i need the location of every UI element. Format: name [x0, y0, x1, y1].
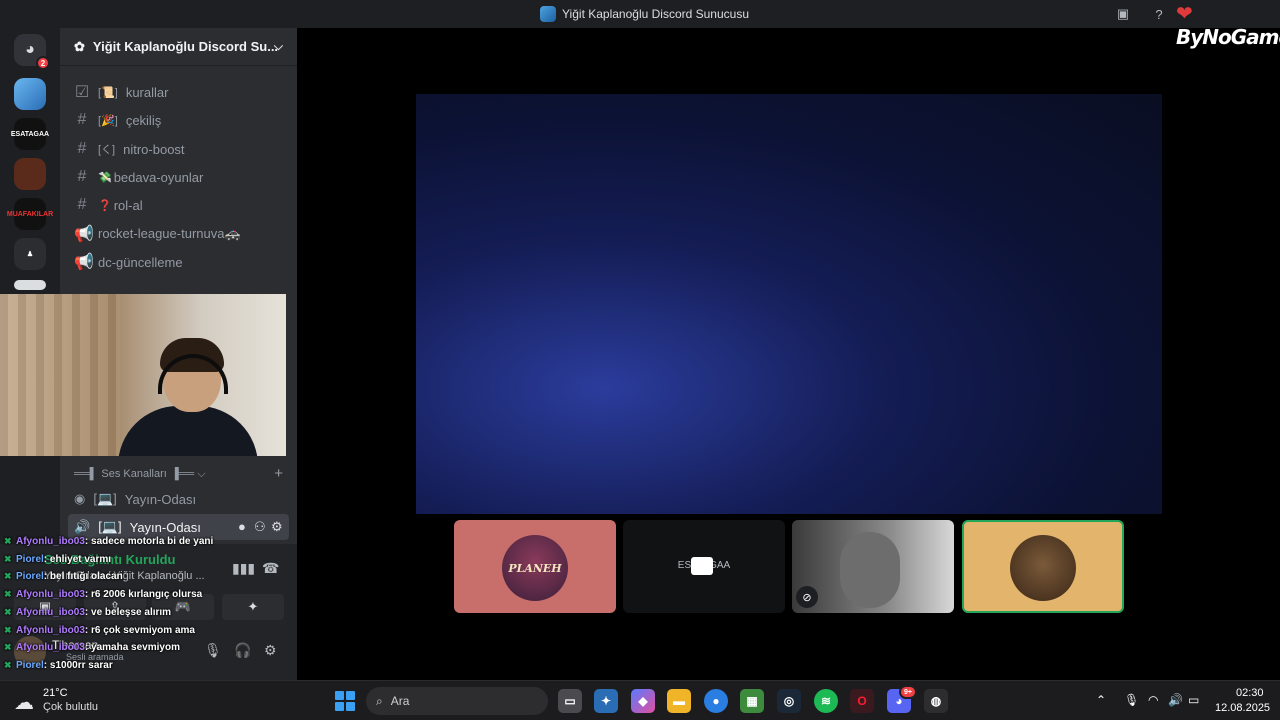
server-header[interactable]: ✿ Yiğit Kaplanoğlu Discord Su... ⌵ [60, 28, 297, 66]
hash-icon: # [77, 168, 87, 185]
server-icon-muafakilar[interactable]: MUAFAKILAR [7, 198, 53, 230]
opera-icon[interactable]: O [850, 689, 874, 713]
hash-icon: # [77, 111, 87, 128]
task-view-icon[interactable]: ▭ [558, 689, 582, 713]
file-explorer-icon[interactable]: ▬ [667, 689, 691, 713]
chat-message: ✖ Afyonlu_ibo03: r6 çok sevmiyom ama [4, 624, 195, 636]
weather-cloud-icon[interactable]: ☁ [14, 690, 34, 715]
minecraft-icon[interactable]: ▦ [740, 689, 764, 713]
announcement-icon: 📢 [74, 254, 94, 271]
add-channel-icon[interactable]: + [274, 465, 283, 482]
server-settings-icon: ✿ [74, 38, 85, 54]
rules-icon: ☑ [74, 84, 90, 101]
server-icon-esatagaa[interactable]: ESATAGAA [11, 118, 49, 150]
channel-rol-al[interactable]: # ❓ rol-al [68, 192, 289, 218]
muted-mic-icon: ⊘ [796, 586, 818, 608]
avatar: PLANEH [502, 535, 568, 601]
speaker-icon: 🔊 [74, 519, 91, 534]
server-icon-game[interactable] [14, 158, 46, 190]
notification-badge: 9+ [899, 685, 917, 699]
person-body [118, 406, 258, 456]
notification-badge: 2 [36, 56, 50, 70]
server-icon-partial[interactable] [14, 280, 46, 290]
chat-message: ✖ Afyonlu_ibo03: yamaha sevmiyom [4, 641, 180, 653]
spotify-icon[interactable]: ≋ [814, 689, 838, 713]
steam-icon[interactable]: ◎ [777, 689, 801, 713]
headphones-icon[interactable]: 🎧 [234, 642, 251, 659]
participant-tile-speaking[interactable] [962, 520, 1124, 613]
inbox-icon[interactable]: ▣ [1114, 5, 1132, 23]
participant-tile-esatagaa[interactable]: ESATAGAA [623, 520, 785, 613]
chat-message: ✖ Piorel: ehliyet varmı [4, 553, 112, 565]
server-folder-icon[interactable]: ♟ [14, 238, 46, 270]
start-icon[interactable] [335, 691, 355, 711]
main-video-stream[interactable] [416, 94, 1162, 514]
invite-icon[interactable]: ⚇ [254, 519, 266, 535]
signal-icon[interactable]: ▮▮▮ [232, 560, 255, 577]
voice-channel-yayin[interactable]: ◉ [💻] Yayın-Odası [68, 486, 289, 512]
chat-message: ✖ Piorel: bel fıtığı olacan [4, 570, 123, 582]
channel-dc-guncelleme[interactable]: 📢 dc-güncelleme [68, 249, 289, 275]
hash-icon: # [77, 140, 87, 157]
taskbar: ☁ 21°C Çok bulutlu ⌕ Ara ▭ ✦ ◆ ▬ ● ▦ ◎ ≋… [0, 680, 1280, 720]
help-icon[interactable]: ? [1150, 5, 1168, 23]
channel-kurallar[interactable]: ☑ [📜] kurallar [68, 79, 289, 105]
chat-message: ✖ Afyonlu_ibo03: sadece motorla bi de yan… [4, 535, 214, 547]
volume-icon[interactable]: 🔊 [1168, 693, 1183, 707]
title-bar: Yiğit Kaplanoğlu Discord Sunucusu ▣ ? ❤B… [0, 0, 1280, 49]
clock-time[interactable]: 02:30 [1236, 687, 1264, 699]
app-icon[interactable]: ◍ [924, 689, 948, 713]
battery-icon[interactable]: ▭ [1188, 693, 1199, 707]
gear-icon[interactable]: ⚙ [271, 519, 283, 535]
channel-rocket-league[interactable]: 📢 rocket-league-turnuva🚓 [68, 221, 289, 247]
person-face [840, 532, 900, 608]
participant-tile-camera[interactable]: ⊘ [792, 520, 954, 613]
soundboard-button[interactable]: ✦ [222, 594, 284, 620]
discord-icon[interactable]: ◕ 9+ [887, 685, 917, 713]
weather-temperature[interactable]: 21°C [43, 687, 68, 699]
wifi-icon[interactable]: ◠ [1148, 693, 1158, 707]
participant-tile-planeh[interactable]: PLANEH [454, 520, 616, 613]
avatar [1010, 535, 1076, 601]
chevron-down-icon: ⌵ [273, 39, 283, 53]
clock-date[interactable]: 12.08.2025 [1215, 702, 1270, 714]
mic-icon[interactable]: 🎙 [204, 642, 222, 659]
chat-message: ✖ Piorel: s1000rr sarar [4, 659, 113, 671]
hash-icon: # [77, 196, 87, 213]
settings-gear-icon[interactable]: ⚙ [264, 642, 277, 659]
voice-category-header[interactable]: ══▌ Ses Kanalları ▐══ ⌵ + [60, 462, 297, 486]
watermark-logo: ❤ByNoGame [1176, 1, 1280, 49]
curtain-background [0, 294, 120, 456]
channel-nitro-boost[interactable]: # [く] nitro-boost [68, 136, 289, 162]
taskbar-search[interactable]: ⌕ Ara [366, 687, 548, 715]
server-icon [540, 6, 556, 22]
weather-description[interactable]: Çok bulutlu [43, 701, 98, 713]
channel-cekilis[interactable]: # [🎉] çekiliş [68, 107, 289, 133]
chat-bubble-icon[interactable]: ● [238, 519, 246, 534]
chat-message: ✖ Afyonlu_ibo03: ve beleşse alırım [4, 606, 172, 618]
camera-icon [691, 557, 713, 575]
chevron-up-icon[interactable]: ⌃ [1096, 693, 1106, 707]
chrome-icon[interactable]: ● [704, 689, 728, 713]
app-icon[interactable]: ✦ [594, 689, 618, 713]
channel-bedava-oyunlar[interactable]: # 💸 bedava-oyunlar [68, 164, 289, 190]
announcement-icon: 📢 [74, 226, 94, 243]
window-title: Yiğit Kaplanoğlu Discord Sunucusu [540, 5, 749, 23]
copilot-icon[interactable]: ◆ [631, 689, 655, 713]
self-camera-overlay [0, 294, 286, 456]
search-icon: ⌕ [376, 693, 383, 708]
disconnect-icon[interactable]: ☎ [262, 560, 279, 577]
chat-message: ✖ Afyonlu_ibo03: r6 2006 kırlangıç olursa [4, 588, 203, 600]
discord-home-icon[interactable]: ◕ 2 [14, 34, 50, 70]
stage-icon: ◉ [74, 491, 86, 506]
server-icon-active[interactable] [14, 78, 46, 110]
mic-icon[interactable]: 🎙 [1124, 693, 1139, 707]
